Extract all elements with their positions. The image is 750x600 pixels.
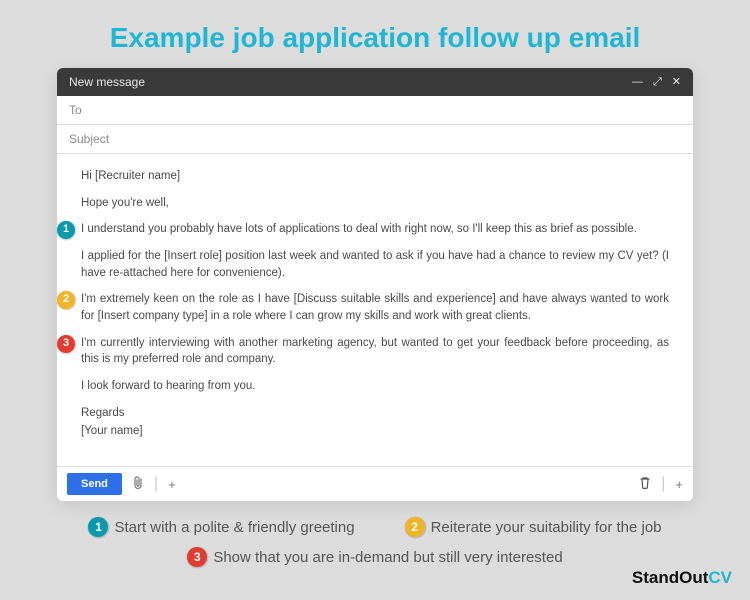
more-right-icon[interactable]: + bbox=[675, 477, 683, 492]
window-controls: — ⤢ ✕ bbox=[632, 77, 681, 88]
badge-3-icon: 3 bbox=[187, 547, 207, 567]
closing-line: I look forward to hearing from you. bbox=[81, 378, 669, 395]
badge-3-icon: 3 bbox=[57, 335, 75, 353]
more-left-icon[interactable]: + bbox=[168, 477, 176, 492]
badge-2-icon: 2 bbox=[57, 291, 75, 309]
legend-3-text: Show that you are in-demand but still ve… bbox=[213, 549, 562, 566]
email-body[interactable]: Hi [Recruiter name] Hope you're well, 1 … bbox=[57, 154, 693, 466]
legend-2-text: Reiterate your suitability for the job bbox=[431, 519, 662, 536]
email-compose-window: New message — ⤢ ✕ Hi [Recruiter name] Ho… bbox=[57, 68, 693, 501]
legend-item-1: 1 Start with a polite & friendly greetin… bbox=[88, 517, 354, 537]
wellwish-line: Hope you're well, bbox=[81, 195, 669, 212]
legend: 1 Start with a polite & friendly greetin… bbox=[35, 517, 715, 567]
legend-item-3: 3 Show that you are in-demand but still … bbox=[187, 547, 562, 567]
paragraph-1-text: I understand you probably have lots of a… bbox=[81, 223, 637, 235]
window-title: New message bbox=[69, 75, 145, 89]
badge-1-icon: 1 bbox=[88, 517, 108, 537]
expand-icon[interactable]: ⤢ bbox=[653, 77, 662, 88]
attachment-icon[interactable] bbox=[132, 476, 144, 493]
legend-1-text: Start with a polite & friendly greeting bbox=[114, 519, 354, 536]
compose-toolbar: Send | + | + bbox=[57, 466, 693, 501]
paragraph-4-text: I'm currently interviewing with another … bbox=[81, 337, 669, 366]
subject-input[interactable] bbox=[69, 132, 681, 146]
legend-item-2: 2 Reiterate your suitability for the job bbox=[405, 517, 662, 537]
minimize-icon[interactable]: — bbox=[632, 77, 643, 88]
paragraph-3: 2 I'm extremely keen on the role as I ha… bbox=[81, 291, 669, 324]
divider-icon: | bbox=[661, 475, 665, 493]
greeting-line: Hi [Recruiter name] bbox=[81, 168, 669, 185]
signoff-line: Regards bbox=[81, 405, 669, 422]
paragraph-2: I applied for the [Insert role] position… bbox=[81, 248, 669, 281]
subject-field-row bbox=[57, 125, 693, 154]
send-button[interactable]: Send bbox=[67, 473, 122, 495]
badge-2-icon: 2 bbox=[405, 517, 425, 537]
brand-part2: CV bbox=[708, 568, 732, 587]
window-titlebar: New message — ⤢ ✕ bbox=[57, 68, 693, 96]
brand-logo: StandOutCV bbox=[632, 568, 732, 588]
paragraph-1: 1 I understand you probably have lots of… bbox=[81, 221, 669, 238]
paragraph-3-text: I'm extremely keen on the role as I have… bbox=[81, 293, 669, 322]
badge-1-icon: 1 bbox=[57, 221, 75, 239]
trash-icon[interactable] bbox=[639, 476, 651, 492]
to-field-row bbox=[57, 96, 693, 125]
paragraph-4: 3 I'm currently interviewing with anothe… bbox=[81, 335, 669, 368]
to-input[interactable] bbox=[69, 103, 681, 117]
close-icon[interactable]: ✕ bbox=[672, 77, 681, 88]
name-line: [Your name] bbox=[81, 423, 669, 440]
divider-icon: | bbox=[154, 475, 158, 493]
brand-part1: StandOut bbox=[632, 568, 709, 587]
page-title: Example job application follow up email bbox=[0, 0, 750, 68]
